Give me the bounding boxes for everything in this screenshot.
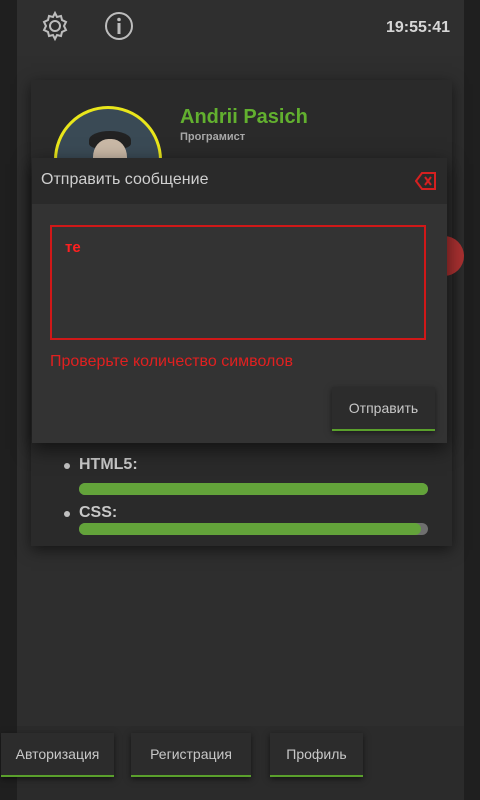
skill-item: HTML5: xyxy=(31,452,452,496)
skill-progress-fill xyxy=(79,523,422,535)
skill-progress xyxy=(79,483,428,495)
bullet xyxy=(64,511,70,517)
close-icon[interactable] xyxy=(414,171,437,191)
modal-header: Отправить сообщение xyxy=(32,158,447,204)
skill-label: CSS: xyxy=(79,504,118,521)
modal-title: Отправить сообщение xyxy=(41,171,209,188)
message-textarea[interactable]: те xyxy=(50,225,426,340)
send-button[interactable]: Отправить xyxy=(332,387,435,431)
nav-profile-button[interactable]: Профиль xyxy=(270,733,363,777)
bottom-nav: Авторизация Регистрация Профиль xyxy=(1,726,464,800)
validation-error: Проверьте количество символов xyxy=(50,353,293,370)
skill-progress xyxy=(79,523,428,535)
top-bar: 19:55:41 xyxy=(17,0,464,56)
skill-label: HTML5: xyxy=(79,456,138,473)
right-edge xyxy=(464,0,480,800)
send-message-modal: Отправить сообщение те Проверьте количес… xyxy=(32,158,447,443)
profile-name: Andrii Pasich xyxy=(180,106,308,128)
skill-item: CSS: xyxy=(31,500,452,544)
gear-icon[interactable] xyxy=(39,10,71,42)
status-clock: 19:55:41 xyxy=(385,19,450,36)
nav-register-button[interactable]: Регистрация xyxy=(131,733,251,777)
left-edge xyxy=(0,0,17,800)
info-icon[interactable] xyxy=(103,10,135,42)
profile-title: Програмист xyxy=(180,131,246,143)
app-screen: 19:55:41 Andrii Pasich Програмист HTML5:… xyxy=(0,0,480,800)
skill-progress-fill xyxy=(79,483,428,495)
bullet xyxy=(64,463,70,469)
nav-login-button[interactable]: Авторизация xyxy=(1,733,114,777)
